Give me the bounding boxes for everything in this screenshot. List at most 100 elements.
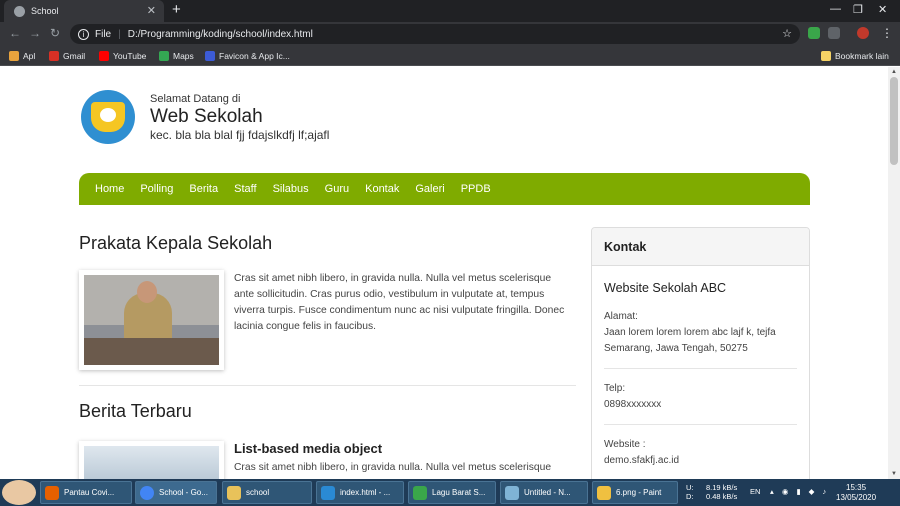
bookmark-favicon[interactable]: Favicon & App Ic... [205,51,290,61]
tray-icons[interactable]: ▴ ◉ ▮ ◆ ♪ [770,487,829,496]
avatar[interactable] [857,27,869,39]
prakata-heading: Prakata Kepala Sekolah [79,233,273,253]
bookmark-star-icon[interactable]: ☆ [782,27,792,40]
net-up-label: U: [686,483,694,492]
address-label: Alamat: [604,311,638,322]
back-icon[interactable]: ← [9,26,21,40]
bookmark-label: Favicon & App Ic... [219,51,290,61]
section-divider [79,385,576,386]
language-indicator[interactable]: EN [750,487,760,496]
taskbar-app-label: 6.png - Paint [616,488,662,497]
extension-icon[interactable] [808,27,820,39]
taskbar-app-label: school [246,488,270,497]
address-value: Jaan lorem lorem lorem abc lajf k, tejfa… [604,327,776,354]
minimize-icon[interactable]: — [830,3,841,15]
news-title[interactable]: List-based media object [234,441,382,456]
browser-tab-bar: School ✕ + — ❐ ✕ [0,0,900,22]
net-labels: U: D: [686,483,694,501]
scroll-up-icon[interactable]: ▲ [891,69,897,75]
clock-time: 15:35 [846,483,867,492]
news-thumbnail[interactable] [79,441,224,479]
website-value[interactable]: demo.sfakfj.ac.id [604,453,797,469]
start-button[interactable] [2,480,36,505]
greeting-text: Selamat Datang di [150,93,241,105]
firefox-icon [45,485,59,500]
tab-title: School [31,6,59,16]
maps-icon [159,51,169,61]
bookmark-gmail[interactable]: Gmail [49,51,85,61]
taskbar-app-firefox[interactable]: Pantau Covi... [40,481,132,504]
contact-card-title: Kontak [592,228,809,266]
nav-silabus[interactable]: Silabus [273,183,309,195]
globe-icon [14,5,25,17]
taskbar-app-label: index.html - ... [340,488,391,497]
phone-value: 0898xxxxxxx [604,399,662,410]
bookmark-maps[interactable]: Maps [159,51,194,61]
org-name: Website Sekolah ABC [604,281,727,295]
close-tab-icon[interactable]: ✕ [147,4,156,17]
address-separator: | [118,28,121,40]
taskbar-app-vscode[interactable]: index.html - ... [316,481,404,504]
taskbar-app-media[interactable]: Lagu Barat S... [408,481,496,504]
bookmark-apps[interactable]: Apl [9,51,35,61]
notepad-icon [505,485,519,500]
page-viewport: Selamat Datang di Web Sekolah kec. bla b… [0,67,888,479]
bookmark-label: Maps [173,51,194,61]
maximize-icon[interactable]: ❐ [853,3,863,16]
taskbar-app-chrome[interactable]: School - Go... [135,481,217,504]
bookmark-youtube[interactable]: YouTube [99,51,146,61]
taskbar-app-label: School - Go... [159,488,208,497]
taskbar-app-explorer[interactable]: school [222,481,312,504]
site-tagline: kec. bla bla blal fjj fdajslkdfj lf;ajaf… [150,128,330,142]
net-speed-meter: 8.19 kB/s 0.48 kB/s [706,483,737,501]
bookmark-other[interactable]: Bookmark lain [821,51,889,61]
youtube-icon [99,51,109,61]
nav-ppdb[interactable]: PPDB [461,183,491,195]
system-clock[interactable]: 15:35 13/05/2020 [836,483,876,503]
phone-label: Telp: [604,383,626,394]
reload-icon[interactable]: ↻ [50,26,60,40]
principal-photo [79,270,224,370]
nav-polling[interactable]: Polling [140,183,173,195]
contact-card: Kontak Website Sekolah ABC Alamat: Jaan … [591,227,810,479]
bookmarks-bar: Apl Gmail YouTube Maps Favicon & App Ic.… [0,46,900,66]
nav-berita[interactable]: Berita [189,183,218,195]
net-up: 8.19 kB/s [706,483,738,492]
card-divider [604,368,797,369]
folder-icon [227,485,241,500]
berita-heading: Berita Terbaru [79,401,192,421]
prakata-text: Cras sit amet nibh libero, in gravida nu… [234,273,565,332]
address-url: D:/Programming/koding/school/index.html [127,28,313,40]
new-tab-button[interactable]: + [172,1,181,18]
nav-staff[interactable]: Staff [234,183,256,195]
school-logo [81,90,135,144]
extension-icon[interactable] [828,27,840,39]
card-divider [604,424,797,425]
net-down: 0.48 kB/s [706,492,738,501]
address-bar[interactable]: i File | D:/Programming/koding/school/in… [70,24,800,44]
forward-icon[interactable]: → [29,26,41,40]
taskbar-app-notepad[interactable]: Untitled - N... [500,481,588,504]
taskbar-app-label: Untitled - N... [524,488,571,497]
scroll-thumb[interactable] [890,77,898,165]
nav-galeri[interactable]: Galeri [415,183,444,195]
nav-home[interactable]: Home [95,183,124,195]
nav-kontak[interactable]: Kontak [365,183,399,195]
info-icon[interactable]: i [78,28,89,40]
close-window-icon[interactable]: ✕ [878,3,887,16]
paint-icon [597,485,611,500]
news-excerpt: Cras sit amet nibh libero, in gravida nu… [234,462,552,473]
chrome-icon [140,485,154,500]
gmail-icon [49,51,59,61]
bookmark-label: YouTube [113,51,147,61]
nav-guru[interactable]: Guru [325,183,349,195]
scroll-down-icon[interactable]: ▼ [891,471,897,477]
address-protocol: File [95,28,112,40]
site-name: Web Sekolah [150,106,263,127]
folder-icon [821,51,831,61]
browser-tab[interactable]: School ✕ [4,0,164,22]
taskbar: Pantau Covi... School - Go... school ind… [0,479,900,506]
taskbar-app-paint[interactable]: 6.png - Paint [592,481,678,504]
menu-icon[interactable]: ⋮ [881,26,893,40]
page-scrollbar[interactable]: ▲ ▼ [888,67,900,479]
